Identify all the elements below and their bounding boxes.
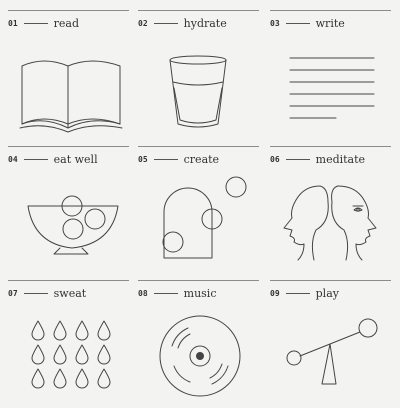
- habit-grid: 01 read 02 hydrate 03 write 04 eat well …: [0, 0, 400, 400]
- label-dash: [153, 22, 178, 24]
- habit-card-sweat: 07 sweat: [8, 280, 129, 408]
- divider: [8, 280, 129, 281]
- habit-card-create: 05 create: [138, 146, 259, 274]
- habit-label: 09 play: [270, 286, 339, 300]
- habit-label: 08 music: [138, 286, 216, 300]
- text-lines-icon: [289, 57, 375, 119]
- vinyl-record-icon: [159, 315, 241, 397]
- habit-card-play: 09 play: [270, 280, 391, 408]
- water-glass-icon: [169, 55, 227, 128]
- divider: [138, 10, 259, 11]
- habit-number: 09: [270, 288, 280, 298]
- divider: [270, 10, 391, 11]
- habit-label: 03 write: [270, 16, 345, 30]
- habit-word: sweat: [53, 286, 87, 300]
- habit-card-write: 03 write: [270, 10, 391, 138]
- habit-number: 02: [138, 18, 148, 28]
- divider: [270, 280, 391, 281]
- label-dash: [153, 292, 178, 294]
- divider: [8, 146, 129, 147]
- habit-card-read: 01 read: [8, 10, 129, 138]
- habit-word: eat well: [53, 152, 98, 166]
- divider: [138, 146, 259, 147]
- shapes-icon: [162, 176, 247, 259]
- two-faces-icon: [283, 185, 377, 261]
- habit-word: meditate: [315, 152, 366, 166]
- divider: [8, 10, 129, 11]
- habit-label: 01 read: [8, 16, 79, 30]
- open-book-icon: [19, 60, 123, 133]
- habit-card-music: 08 music: [138, 280, 259, 408]
- habit-word: music: [183, 286, 217, 300]
- label-dash: [285, 22, 310, 24]
- divider: [138, 280, 259, 281]
- label-dash: [23, 22, 48, 24]
- habit-number: 05: [138, 154, 148, 164]
- divider: [270, 146, 391, 147]
- label-dash: [285, 292, 310, 294]
- habit-number: 07: [8, 288, 18, 298]
- habit-number: 08: [138, 288, 148, 298]
- habit-label: 07 sweat: [8, 286, 86, 300]
- habit-label: 04 eat well: [8, 152, 98, 166]
- habit-word: read: [53, 16, 80, 30]
- seesaw-icon: [286, 318, 378, 385]
- habit-label: 05 create: [138, 152, 219, 166]
- habit-word: play: [315, 286, 339, 300]
- habit-card-meditate: 06 meditate: [270, 146, 391, 274]
- habit-card-hydrate: 02 hydrate: [138, 10, 259, 138]
- habit-card-eat-well: 04 eat well: [8, 146, 129, 274]
- habit-number: 03: [270, 18, 280, 28]
- habit-number: 01: [8, 18, 18, 28]
- habit-word: write: [315, 16, 345, 30]
- habit-word: create: [183, 152, 220, 166]
- fruit-bowl-icon: [27, 195, 119, 255]
- label-dash: [23, 292, 48, 294]
- habit-number: 04: [8, 154, 18, 164]
- habit-label: 06 meditate: [270, 152, 365, 166]
- habit-number: 06: [270, 154, 280, 164]
- label-dash: [153, 158, 178, 160]
- label-dash: [23, 158, 48, 160]
- label-dash: [285, 158, 310, 160]
- habit-label: 02 hydrate: [138, 16, 227, 30]
- sweat-drops-icon: [31, 320, 111, 389]
- habit-word: hydrate: [183, 16, 227, 30]
